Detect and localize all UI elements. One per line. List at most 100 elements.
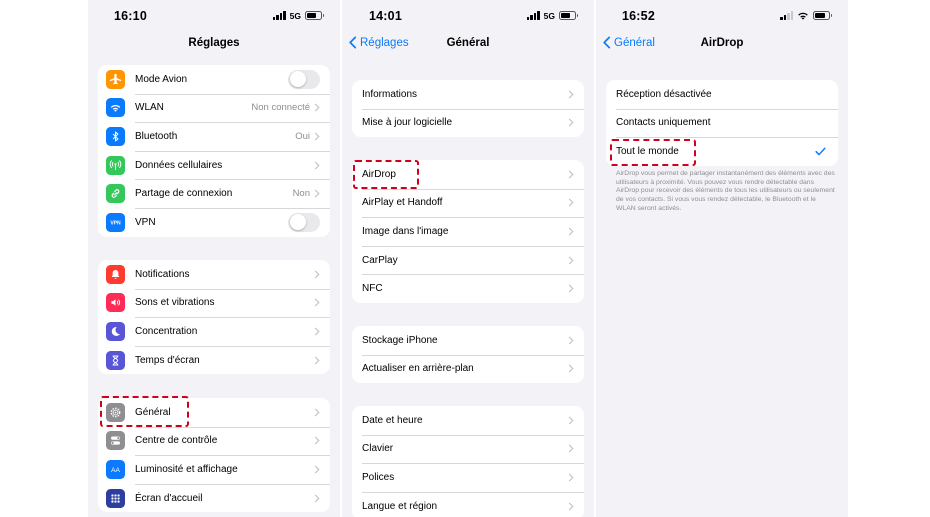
row-home-screen[interactable]: Écran d'accueil — [98, 483, 330, 513]
chevron-right-icon — [568, 444, 574, 453]
status-time: 16:10 — [114, 9, 147, 23]
signal-icon — [526, 11, 540, 20]
row-label: Sons et vibrations — [135, 297, 215, 309]
toggles-icon — [106, 431, 125, 451]
chevron-right-icon — [568, 256, 574, 265]
row-nfc[interactable]: NFC — [352, 274, 584, 303]
page-title: Réglages — [188, 37, 240, 49]
option-label: Réception désactivée — [616, 88, 712, 100]
wifi-icon — [106, 98, 125, 118]
row-screen-time[interactable]: Temps d'écran — [98, 345, 330, 375]
row-label: Centre de contrôle — [135, 435, 218, 447]
network-type: 5G — [543, 10, 555, 21]
chevron-right-icon — [568, 90, 574, 99]
row-cellular[interactable]: Données cellulaires — [98, 150, 330, 180]
row-label: Actualiser en arrière-plan — [362, 363, 474, 375]
row-label: Polices — [362, 471, 395, 483]
text-size-icon: AA — [106, 459, 125, 479]
row-label: Temps d'écran — [135, 354, 200, 366]
svg-text:VPN: VPN — [110, 220, 121, 226]
row-airplane-mode: Mode Avion — [98, 65, 330, 94]
checkmark-icon — [815, 147, 826, 156]
row-background-refresh[interactable]: Actualiser en arrière-plan — [352, 354, 584, 384]
row-software-update[interactable]: Mise à jour logicielle — [352, 108, 584, 138]
chevron-right-icon — [314, 436, 320, 445]
row-label: Stockage iPhone — [362, 334, 438, 346]
row-notifications[interactable]: Notifications — [98, 260, 330, 289]
row-label: Mise à jour logicielle — [362, 117, 453, 129]
chevron-right-icon — [568, 416, 574, 425]
row-sounds[interactable]: Sons et vibrations — [98, 288, 330, 318]
highlight-general — [100, 396, 189, 427]
chevron-right-icon — [314, 270, 320, 279]
general-group-storage: Stockage iPhone Actualiser en arrière-pl… — [352, 326, 584, 384]
row-value: Oui — [295, 130, 310, 142]
hourglass-icon — [106, 350, 125, 370]
chevron-right-icon — [568, 336, 574, 345]
row-language-region[interactable]: Langue et région — [352, 491, 584, 517]
chevron-right-icon — [568, 198, 574, 207]
chevron-right-icon — [568, 473, 574, 482]
chevron-right-icon — [314, 494, 320, 503]
row-label: Date et heure — [362, 414, 423, 426]
chevron-right-icon — [314, 298, 320, 307]
general-group-locale: Date et heure Clavier Polices Langue et … — [352, 406, 584, 517]
row-bluetooth[interactable]: Bluetooth Oui — [98, 122, 330, 151]
speaker-icon — [106, 293, 125, 313]
row-label: Image dans l'image — [362, 225, 449, 237]
chevron-right-icon — [568, 502, 574, 511]
row-focus[interactable]: Concentration — [98, 317, 330, 346]
row-control-center[interactable]: Centre de contrôle — [98, 426, 330, 456]
chevron-right-icon — [568, 284, 574, 293]
svg-text:AA: AA — [111, 467, 120, 474]
status-bar: 16:10 5G — [88, 0, 340, 30]
airdrop-footnote: AirDrop vous permet de partager instanta… — [616, 170, 835, 212]
row-label: Informations — [362, 88, 418, 100]
wifi-icon — [798, 12, 808, 20]
row-fonts[interactable]: Polices — [352, 463, 584, 492]
grid-icon — [106, 488, 125, 508]
nav-bar: Réglages Général — [342, 30, 594, 56]
highlight-everyone — [610, 139, 696, 166]
row-label: VPN — [135, 216, 156, 228]
row-iphone-storage[interactable]: Stockage iPhone — [352, 326, 584, 355]
moon-icon — [106, 321, 125, 341]
option-contacts-only[interactable]: Contacts uniquement — [606, 108, 838, 138]
row-label: Écran d'accueil — [135, 492, 203, 504]
vpn-icon: VPN — [106, 212, 125, 232]
row-date-time[interactable]: Date et heure — [352, 406, 584, 435]
row-about[interactable]: Informations — [352, 80, 584, 109]
nav-bar: Général AirDrop — [596, 30, 848, 56]
chevron-right-icon — [568, 364, 574, 373]
status-bar: 14:01 5G — [342, 0, 594, 30]
airplane-mode-toggle[interactable] — [288, 69, 320, 89]
option-receiving-off[interactable]: Réception désactivée — [606, 80, 838, 109]
row-airplay-handoff[interactable]: AirPlay et Handoff — [352, 188, 584, 218]
chevron-right-icon — [314, 161, 320, 170]
option-label: Contacts uniquement — [616, 117, 711, 129]
chevron-right-icon — [568, 118, 574, 127]
status-time: 16:52 — [622, 9, 655, 23]
row-keyboard[interactable]: Clavier — [352, 434, 584, 464]
row-carplay[interactable]: CarPlay — [352, 245, 584, 275]
row-label: NFC — [362, 283, 383, 295]
signal-icon — [780, 11, 793, 20]
signal-icon — [272, 11, 286, 20]
chevron-right-icon — [314, 356, 320, 365]
chevron-right-icon — [568, 170, 574, 179]
row-label: Partage de connexion — [135, 188, 233, 200]
airdrop-screen: 16:52 Général AirDrop Réception désactiv… — [596, 0, 848, 517]
row-wlan[interactable]: WLAN Non connecté — [98, 93, 330, 123]
row-label: Notifications — [135, 268, 190, 280]
row-value: Non connecté — [251, 102, 310, 114]
battery-icon — [813, 11, 832, 20]
vpn-toggle[interactable] — [288, 212, 320, 232]
status-time: 14:01 — [369, 9, 402, 23]
row-display[interactable]: AA Luminosité et affichage — [98, 455, 330, 484]
row-picture-in-picture[interactable]: Image dans l'image — [352, 217, 584, 246]
chevron-right-icon — [568, 227, 574, 236]
row-hotspot[interactable]: Partage de connexion Non — [98, 179, 330, 208]
general-group-about: Informations Mise à jour logicielle — [352, 80, 584, 138]
row-label: Luminosité et affichage — [135, 463, 238, 475]
row-label: Bluetooth — [135, 130, 178, 142]
